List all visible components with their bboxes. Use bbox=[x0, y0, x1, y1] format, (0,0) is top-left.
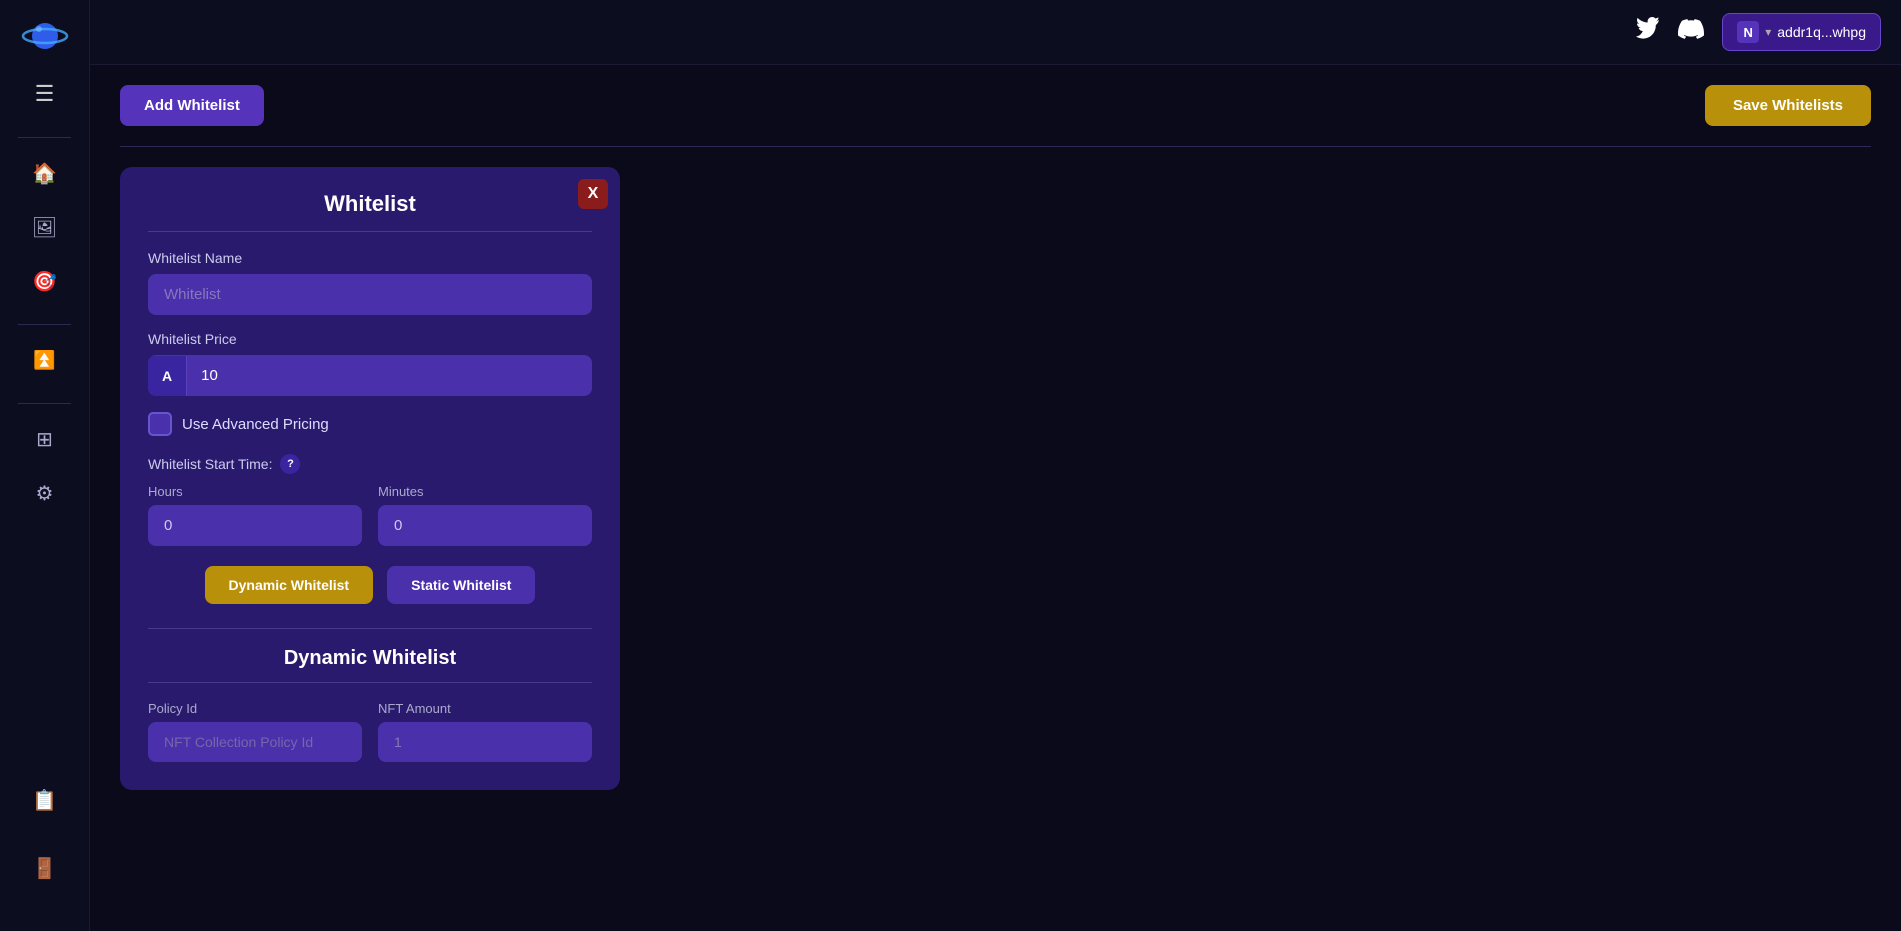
twitter-icon[interactable] bbox=[1636, 17, 1660, 47]
advanced-pricing-checkbox[interactable] bbox=[148, 412, 172, 436]
sidebar-item-settings[interactable]: ⚙ bbox=[26, 474, 64, 512]
close-button[interactable]: X bbox=[578, 179, 608, 209]
logo[interactable] bbox=[21, 12, 69, 65]
target-icon: 🎯 bbox=[32, 269, 57, 294]
sidebar-item-documents[interactable]: 📋 bbox=[26, 781, 64, 819]
time-fields-row: Hours Minutes bbox=[148, 484, 592, 546]
card-title: Whitelist bbox=[148, 191, 592, 217]
policy-id-field: Policy Id bbox=[148, 701, 362, 762]
topbar: N ▾ addr1q...whpg bbox=[90, 0, 1901, 65]
home-icon: 🏠 bbox=[32, 161, 57, 186]
help-icon[interactable]: ? bbox=[280, 454, 300, 474]
dynamic-whitelist-button[interactable]: Dynamic Whitelist bbox=[205, 566, 374, 604]
wallet-n-icon: N bbox=[1737, 21, 1759, 43]
advanced-pricing-label: Use Advanced Pricing bbox=[182, 416, 329, 433]
policy-id-input[interactable] bbox=[148, 722, 362, 762]
minutes-label: Minutes bbox=[378, 484, 592, 499]
chevron-up-icon: ⏫ bbox=[33, 350, 55, 371]
nft-amount-field: NFT Amount bbox=[378, 701, 592, 762]
hours-label: Hours bbox=[148, 484, 362, 499]
start-time-label: Whitelist Start Time: bbox=[148, 456, 272, 472]
sidebar-item-boost[interactable]: ⏫ bbox=[26, 341, 64, 379]
sidebar-item-grid[interactable]: ⊞ bbox=[26, 420, 64, 458]
whitelist-type-row: Dynamic Whitelist Static Whitelist bbox=[148, 566, 592, 604]
price-row: A bbox=[148, 355, 592, 396]
sidebar-item-gallery[interactable]: 🖼 bbox=[26, 208, 64, 246]
start-time-row: Whitelist Start Time: ? bbox=[148, 454, 592, 474]
grid-icon: ⊞ bbox=[36, 427, 53, 452]
wallet-n-label: N bbox=[1744, 25, 1753, 40]
image-icon: 🖼 bbox=[32, 215, 57, 240]
card-divider-top bbox=[148, 231, 592, 232]
sidebar-item-home[interactable]: 🏠 bbox=[26, 154, 64, 192]
document-icon: 📋 bbox=[32, 788, 57, 813]
sidebar-item-target[interactable]: 🎯 bbox=[26, 262, 64, 300]
card-divider-dynamic bbox=[148, 628, 592, 629]
sidebar: ☰ 🏠 🖼 🎯 ⏫ ⊞ ⚙ 📋 🚪 bbox=[0, 0, 90, 931]
wallet-button[interactable]: N ▾ addr1q...whpg bbox=[1722, 13, 1881, 51]
separator bbox=[120, 146, 1871, 147]
ada-badge: A bbox=[148, 356, 187, 396]
nft-amount-label: NFT Amount bbox=[378, 701, 592, 716]
whitelist-name-label: Whitelist Name bbox=[148, 250, 592, 266]
whitelist-card: X Whitelist Whitelist Name Whitelist Pri… bbox=[120, 167, 620, 790]
action-row: Add Whitelist Save Whitelists bbox=[120, 85, 1871, 126]
dynamic-fields-row: Policy Id NFT Amount bbox=[148, 701, 592, 762]
hamburger-menu-icon[interactable]: ☰ bbox=[35, 83, 55, 105]
add-whitelist-button[interactable]: Add Whitelist bbox=[120, 85, 264, 126]
save-whitelists-button[interactable]: Save Whitelists bbox=[1705, 85, 1871, 126]
whitelist-price-label: Whitelist Price bbox=[148, 331, 592, 347]
wallet-address: addr1q...whpg bbox=[1777, 24, 1866, 40]
sidebar-divider-mid bbox=[18, 324, 71, 325]
sidebar-item-logout[interactable]: 🚪 bbox=[26, 849, 64, 887]
discord-icon[interactable] bbox=[1678, 16, 1704, 48]
policy-id-label: Policy Id bbox=[148, 701, 362, 716]
settings-icon: ⚙ bbox=[36, 481, 54, 506]
main-content: Add Whitelist Save Whitelists X Whitelis… bbox=[90, 65, 1901, 931]
price-input[interactable] bbox=[187, 355, 592, 396]
hours-field: Hours bbox=[148, 484, 362, 546]
minutes-field: Minutes bbox=[378, 484, 592, 546]
card-divider-dynamic2 bbox=[148, 682, 592, 683]
minutes-input[interactable] bbox=[378, 505, 592, 546]
dynamic-section-title: Dynamic Whitelist bbox=[148, 647, 592, 670]
nft-amount-input[interactable] bbox=[378, 722, 592, 762]
advanced-pricing-row: Use Advanced Pricing bbox=[148, 412, 592, 436]
static-whitelist-button[interactable]: Static Whitelist bbox=[387, 566, 535, 604]
whitelist-name-input[interactable] bbox=[148, 274, 592, 315]
hours-input[interactable] bbox=[148, 505, 362, 546]
sidebar-divider-top bbox=[18, 137, 71, 138]
sidebar-bottom: 📋 🚪 bbox=[26, 781, 64, 919]
sidebar-divider-lower bbox=[18, 403, 71, 404]
logout-icon: 🚪 bbox=[32, 856, 57, 881]
